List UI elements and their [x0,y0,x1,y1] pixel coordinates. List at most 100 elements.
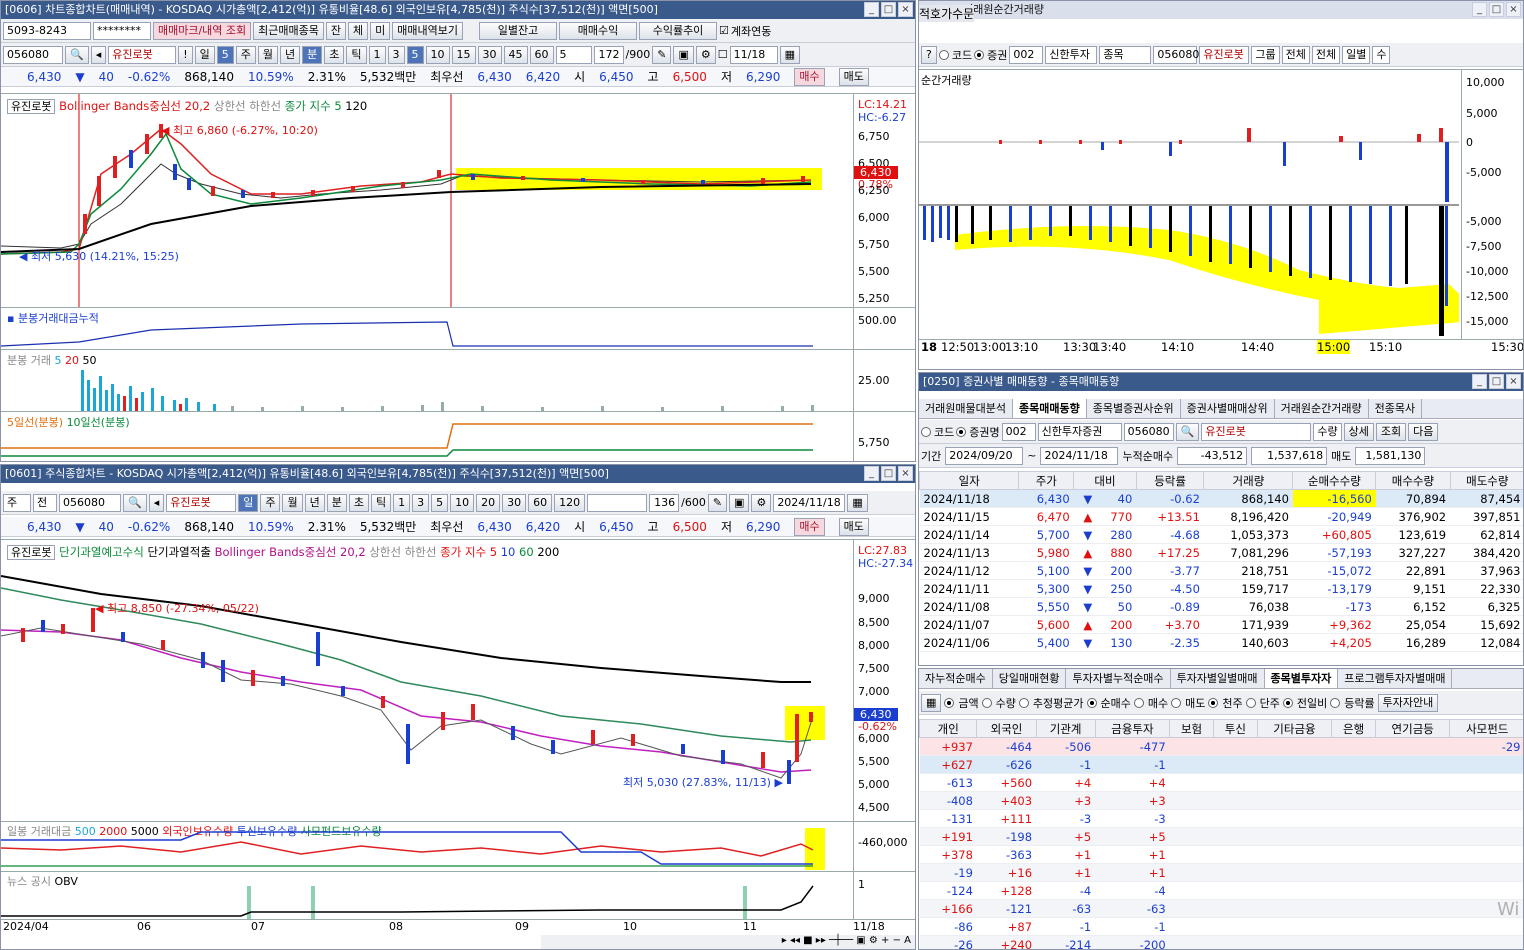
maximize-icon[interactable]: □ [881,466,896,481]
alert-button[interactable]: ! [178,45,193,64]
broker-name[interactable]: 신한투자 [1045,45,1098,64]
table-row[interactable]: 2024/11/08 5,550 ▼ 50 -0.89 76,038 -173 6,152 6,… [919,597,1523,616]
table-row[interactable]: +191 -198 +5 +5 [919,827,1523,846]
column-header[interactable]: 사모펀드 [1449,719,1523,738]
close-icon[interactable]: × [898,2,913,17]
opt-avg[interactable] [1018,697,1029,708]
period-week[interactable]: 주 [260,493,281,512]
period-day[interactable]: 일 [238,493,259,512]
interval-120[interactable]: 120 [554,493,586,512]
interval-custom[interactable]: 5 [555,45,592,64]
grid-icon[interactable]: ▦ [921,693,942,712]
buy-button[interactable]: 매수 [794,67,825,86]
tab-1[interactable]: 종목매매동향 [1012,399,1087,418]
period-minute[interactable]: 분 [326,493,347,512]
interval-10[interactable]: 10 [450,493,475,512]
date-checkbox[interactable]: ☐ [718,48,728,61]
code-input[interactable]: 056080 [3,45,63,64]
column-header[interactable]: 연기금등 [1374,719,1451,738]
code-input-4[interactable]: 056080 [1123,422,1174,441]
table-row[interactable]: 2024/11/13 5,980 ▲ 880 +17.25 7,081,296 -57,19… [919,543,1523,562]
daily-select[interactable]: 일별 [1342,45,1371,64]
tool-icon[interactable]: ✎ [652,45,672,64]
interval-10[interactable]: 10 [425,45,450,64]
opt-amount[interactable] [944,697,955,708]
table-row[interactable]: +378 -363 +1 +1 [919,845,1523,864]
period-n[interactable]: 5 [216,45,234,64]
table-row[interactable]: +627 -626 -1 -1 [919,755,1523,774]
table-row[interactable]: -124 +128 -4 -4 [919,881,1523,900]
column-header[interactable]: 금융투자 [1094,719,1171,738]
trade-mark-button[interactable]: 매매마크/내역 조회 [153,21,252,40]
query-button[interactable]: 조회 [1375,422,1407,441]
interval-60[interactable]: 60 [528,493,553,512]
date-input[interactable]: 11/18 [729,45,778,64]
all-select-1[interactable]: 전체 [1281,45,1310,64]
column-header[interactable]: 기관계 [1035,719,1096,738]
opt-buy[interactable] [1133,697,1144,708]
sell-button[interactable]: 매도 [838,517,869,536]
code-input-2[interactable]: 056080 [59,493,121,512]
instant-volume-chart[interactable]: 순간거래량 10,000 5,000 0 -5,000 -5,000 -7,50… [919,69,1523,340]
balance-button[interactable]: 잔 [325,21,347,40]
opt-sell[interactable] [1171,697,1182,708]
close-icon[interactable]: × [1506,374,1521,389]
close-icon[interactable]: × [898,466,913,481]
table-row[interactable]: 2024/11/11 5,300 ▼ 250 -4.50 159,717 -13,179 9,… [919,579,1523,598]
calendar-icon[interactable]: ▦ [847,493,868,512]
broker-name[interactable]: 신한투자증권 [1037,422,1122,441]
interval-5[interactable]: 5 [406,45,424,64]
to-date[interactable]: 2024/11/18 [1040,446,1119,465]
table-row[interactable]: 2024/11/07 5,600 ▲ 200 +3.70 171,939 +9,362 25,… [919,615,1523,634]
code-input-3[interactable]: 056080 [1153,45,1199,64]
stock-name[interactable]: 유진로봇 [108,45,177,64]
account-link-checkbox[interactable]: ☑ [719,24,729,37]
qty-select[interactable]: 수 [1372,45,1391,64]
interval-1[interactable]: 1 [393,493,411,512]
radio-broker[interactable] [956,426,967,437]
opt-prev[interactable] [1282,697,1293,708]
table-row[interactable]: -26 +240 -214 -200 [919,935,1523,949]
interval-1[interactable]: 1 [368,45,386,64]
tab-0[interactable]: 자누적순매수 [919,669,993,688]
table-row[interactable]: -86 +87 -1 -1 [919,917,1523,936]
search-icon[interactable]: 🔍 [123,493,147,512]
tab-5[interactable]: 전종목사 [1369,399,1423,418]
stock-name-4[interactable]: 유진로봇 [1201,422,1312,441]
maximize-icon[interactable]: □ [1489,2,1504,17]
table-row[interactable]: 2024/11/18 6,430 ▼ 40 -0.62 868,140 -16,560 70,… [919,489,1523,508]
interval-3[interactable]: 3 [387,45,405,64]
from-date[interactable]: 2024/09/20 [945,446,1024,465]
group-select[interactable]: 그룹 [1251,45,1280,64]
account-input[interactable]: 5093-8243 [3,21,91,40]
interval-20[interactable]: 20 [476,493,501,512]
kind-select[interactable]: 종목 [1099,45,1152,64]
minimize-icon[interactable]: _ [864,2,879,17]
daily-price-panel[interactable]: 유진로봇 단기과열예고수식 단기과열적출 Bollinger Bands중심선 … [1,539,915,822]
all-select-2[interactable]: 전체 [1311,45,1341,64]
sel-market[interactable]: 전 [33,493,57,512]
filled-button[interactable]: 체 [348,21,369,40]
table-row[interactable]: 2024/11/12 5,100 ▼ 200 -3.77 218,751 -15,072 22… [919,561,1523,580]
minimize-icon[interactable]: _ [1472,2,1487,17]
opt-thousand[interactable] [1208,697,1219,708]
column-header[interactable]: 은행 [1331,719,1376,738]
interval-30[interactable]: 30 [502,493,527,512]
profit-button[interactable]: 매매수익 [559,21,638,40]
column-header[interactable]: 외국인 [976,719,1037,738]
intraday-price-panel[interactable]: 유진로봇 Bollinger Bands중심선 20,2 상한선 하한선 종가 … [1,93,915,308]
investor-guide-button[interactable]: 투자자안내 [1377,693,1439,712]
calendar-icon[interactable]: ▦ [779,45,801,64]
tool-icon[interactable]: ✎ [707,493,728,512]
volume-icon[interactable]: ◂ [148,493,165,512]
radio-broker[interactable] [974,49,985,60]
tab-2[interactable]: 종목별증권사순위 [1087,399,1181,418]
period-year[interactable]: 년 [280,45,301,64]
broker-code[interactable]: 002 [1009,45,1044,64]
next-button[interactable]: 다음 [1408,422,1439,441]
period-minute[interactable]: 분 [302,45,323,64]
radio-code[interactable] [938,49,949,60]
tab-0[interactable]: 거래원매물대분석 [919,399,1013,418]
cumulative-amount-panel[interactable]: ▪ 분봉거래대금누적 500.00 [1,307,915,350]
period-month[interactable]: 월 [257,45,279,64]
